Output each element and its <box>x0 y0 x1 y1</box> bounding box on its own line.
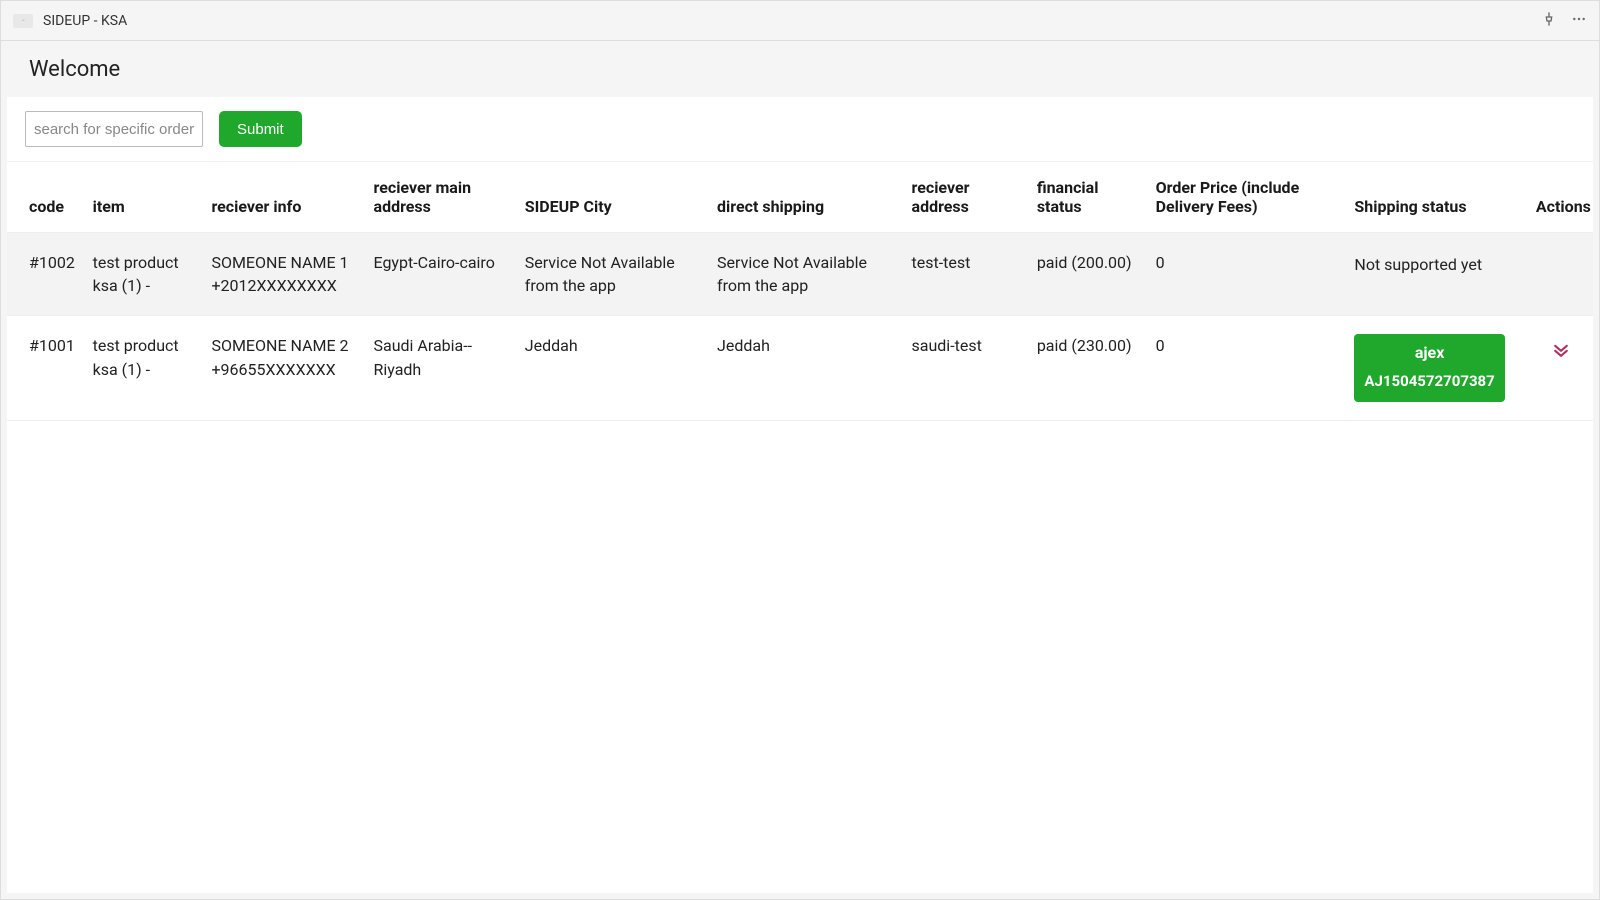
page-title: Welcome <box>29 57 120 82</box>
cell-financial-status: paid (200.00) <box>1027 233 1146 316</box>
submit-button[interactable]: Submit <box>219 111 302 147</box>
th-reciever-info: reciever info <box>201 162 363 233</box>
th-shipping-status: Shipping status <box>1344 162 1526 233</box>
title-bar-actions <box>1541 11 1587 31</box>
more-icon[interactable] <box>1571 11 1587 31</box>
th-financial-status: financial status <box>1027 162 1146 233</box>
pin-icon[interactable] <box>1541 11 1557 31</box>
cell-shipping-status: ajex AJ1504572707387 <box>1344 316 1526 420</box>
orders-table: code item reciever info reciever main ad… <box>7 162 1593 421</box>
cell-reciever-main-address: Egypt-Cairo-cairo <box>364 233 515 316</box>
cell-financial-status: paid (230.00) <box>1027 316 1146 420</box>
shipping-status-text: Not supported yet <box>1354 251 1482 276</box>
th-reciever-address: reciever address <box>902 162 1027 233</box>
cell-sideup-city: Jeddah <box>515 316 707 420</box>
th-direct-shipping: direct shipping <box>707 162 901 233</box>
cell-direct-shipping: Service Not Available from the app <box>707 233 901 316</box>
cell-code: #1002 <box>7 233 83 316</box>
cell-actions <box>1526 316 1593 420</box>
title-bar: ·· SIDEUP - KSA <box>1 1 1599 41</box>
th-code: code <box>7 162 83 233</box>
cell-code: #1001 <box>7 316 83 420</box>
cell-actions <box>1526 233 1593 316</box>
th-order-price: Order Price (include Delivery Fees) <box>1146 162 1345 233</box>
table-body: #1002test product ksa (1) -SOMEONE NAME … <box>7 233 1593 421</box>
shipping-badge-tracking: AJ1504572707387 <box>1364 371 1494 392</box>
cell-reciever-address: test-test <box>902 233 1027 316</box>
cell-item: test product ksa (1) - <box>83 233 202 316</box>
expand-actions-icon[interactable] <box>1551 334 1571 360</box>
cell-reciever-address: saudi-test <box>902 316 1027 420</box>
cell-order-price: 0 <box>1146 233 1345 316</box>
app-window: ·· SIDEUP - KSA Welcome Submit <box>0 0 1600 900</box>
table-row: #1002test product ksa (1) -SOMEONE NAME … <box>7 233 1593 316</box>
shipping-badge[interactable]: ajex AJ1504572707387 <box>1354 334 1504 401</box>
cell-reciever-main-address: Saudi Arabia--Riyadh <box>364 316 515 420</box>
table-row: #1001test product ksa (1) -SOMEONE NAME … <box>7 316 1593 420</box>
sub-header: Welcome <box>1 41 1599 97</box>
search-row: Submit <box>7 97 1593 162</box>
cell-reciever-info: SOMEONE NAME 1 +2012XXXXXXXX <box>201 233 363 316</box>
cell-sideup-city: Service Not Available from the app <box>515 233 707 316</box>
content-panel: Submit code item reciever info reciever … <box>7 97 1593 893</box>
th-sideup-city: SIDEUP City <box>515 162 707 233</box>
cell-direct-shipping: Jeddah <box>707 316 901 420</box>
cell-shipping-status: Not supported yet <box>1344 233 1526 316</box>
shipping-badge-carrier: ajex <box>1364 342 1494 364</box>
search-input[interactable] <box>25 111 203 147</box>
cell-order-price: 0 <box>1146 316 1345 420</box>
table-header: code item reciever info reciever main ad… <box>7 162 1593 233</box>
th-item: item <box>83 162 202 233</box>
app-icon: ·· <box>13 14 33 28</box>
th-actions: Actions <box>1526 162 1593 233</box>
app-title: SIDEUP - KSA <box>43 13 1541 29</box>
cell-item: test product ksa (1) - <box>83 316 202 420</box>
cell-reciever-info: SOMEONE NAME 2 +96655XXXXXXX <box>201 316 363 420</box>
th-reciever-main-address: reciever main address <box>364 162 515 233</box>
